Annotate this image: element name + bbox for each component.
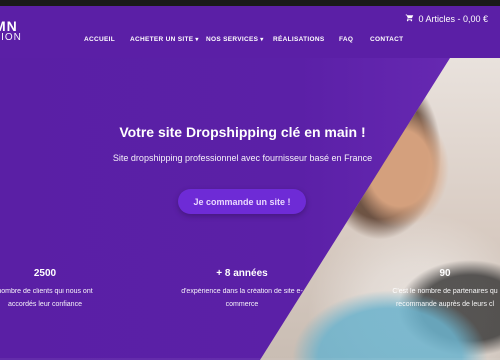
logo-line-2: TION <box>0 32 22 43</box>
nav-label: ACHETER UN SITE <box>130 36 194 43</box>
nav-faq[interactable]: FAQ <box>339 36 370 43</box>
nav-accueil[interactable]: ACCUEIL <box>84 36 130 43</box>
hero-title: Votre site Dropshipping clé en main ! <box>119 124 366 140</box>
nav-label: NOS SERVICES <box>206 36 259 43</box>
stat-desc-line: recommande auprès de leurs cl <box>395 301 495 308</box>
stat-experience: + 8 années d'expérience dans la création… <box>162 268 322 311</box>
stat-value: 90 <box>439 268 451 279</box>
stat-description: nombre de clients qui nous ont accordés … <box>0 285 120 311</box>
cart-summary: 0 Articles - 0,00 € <box>418 13 488 24</box>
cart-icon <box>405 13 414 24</box>
site-logo[interactable]: MN TION <box>0 18 22 44</box>
stat-desc-line: C'est le nombre de partenaires qu <box>392 288 498 295</box>
stat-description: C'est le nombre de partenaires qu recomm… <box>360 285 500 311</box>
stat-desc-line: accordés leur confiance <box>8 301 82 308</box>
nav-nos-services[interactable]: NOS SERVICES ▾ <box>206 36 273 43</box>
nav-label: CONTACT <box>370 36 404 43</box>
site-header: MN TION 0 Articles - 0,00 € ACCUEIL ACHE… <box>0 6 500 58</box>
stat-desc-line: nombre de clients qui nous ont <box>0 288 93 295</box>
chevron-down-icon: ▾ <box>260 37 264 43</box>
chevron-down-icon: ▾ <box>195 37 199 43</box>
nav-contact[interactable]: CONTACT <box>370 36 420 43</box>
stat-desc-line: commerce <box>225 301 259 308</box>
stat-value: 2500 <box>33 268 57 279</box>
stat-value: + 8 années <box>216 268 268 279</box>
nav-label: RÉALISATIONS <box>273 36 325 43</box>
hero-subtitle: Site dropshipping professionnel avec fou… <box>112 153 373 163</box>
stat-partners: 90 C'est le nombre de partenaires qu rec… <box>360 268 500 311</box>
nav-acheter-un-site[interactable]: ACHETER UN SITE ▾ <box>130 36 206 43</box>
stat-clients: 2500 nombre de clients qui nous ont acco… <box>0 268 120 311</box>
hero-section: Votre site Dropshipping clé en main ! Si… <box>0 58 500 360</box>
cart-link[interactable]: 0 Articles - 0,00 € <box>405 13 488 24</box>
nav-realisations[interactable]: RÉALISATIONS <box>273 36 339 43</box>
logo-line-1: MN <box>0 18 18 34</box>
main-nav: ACCUEIL ACHETER UN SITE ▾ NOS SERVICES ▾… <box>84 36 420 43</box>
stat-desc-line: d'expérience dans la création de site e- <box>181 288 303 295</box>
nav-label: FAQ <box>339 36 354 43</box>
stat-description: d'expérience dans la création de site e-… <box>162 285 322 311</box>
order-site-button[interactable]: Je commande un site ! <box>178 189 306 214</box>
nav-label: ACCUEIL <box>84 36 115 43</box>
